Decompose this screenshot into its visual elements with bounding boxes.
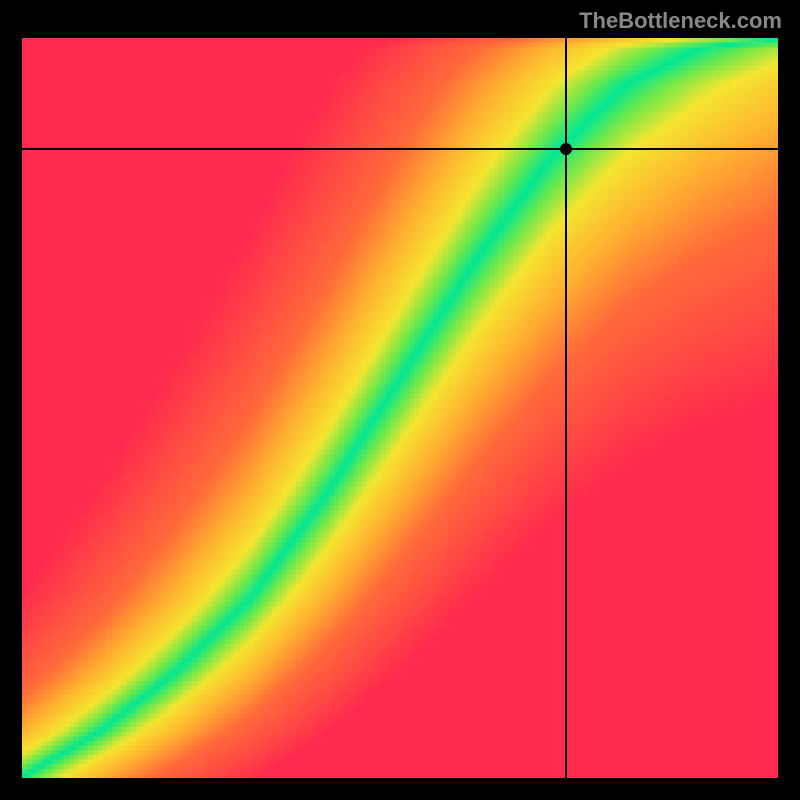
- crosshair-horizontal: [22, 148, 778, 150]
- watermark-text: TheBottleneck.com: [579, 8, 782, 34]
- plot-area: [22, 38, 778, 778]
- chart-container: TheBottleneck.com: [0, 0, 800, 800]
- data-point-marker: [560, 143, 572, 155]
